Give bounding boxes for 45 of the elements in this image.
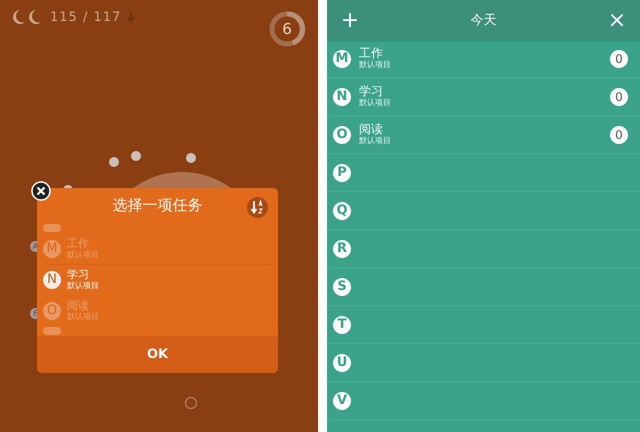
orbit-dot: [130, 150, 142, 162]
letter-badge: N: [43, 271, 61, 289]
progress-count: 115 / 117: [50, 10, 122, 24]
task-name[interactable]: 阅读: [359, 123, 602, 136]
task-name[interactable]: 学习: [359, 85, 602, 98]
letter-badge: P: [333, 164, 351, 182]
orbit-ring-dot: [185, 397, 197, 409]
task-name: 工作: [67, 238, 90, 250]
letter-badge: R: [333, 240, 351, 258]
ok-button[interactable]: OK: [37, 336, 278, 373]
count-badge: 0: [610, 126, 628, 144]
task-project: 默认项目: [67, 281, 99, 291]
screen-title: 今天: [470, 12, 496, 29]
count-badge: 0: [610, 50, 628, 68]
task-project: 默认项目: [359, 60, 392, 70]
letter-badge: U: [333, 354, 351, 372]
letter-badge: M: [333, 50, 351, 68]
letter-badge: Q: [333, 202, 351, 220]
sort-az-icon[interactable]: [247, 197, 268, 218]
count-badge: 0: [610, 88, 628, 106]
faded-item-icon: [43, 224, 61, 232]
task-name: 学习: [67, 269, 90, 281]
letter-badge: V: [333, 392, 351, 410]
dialog-title: 选择一项任务: [112, 196, 202, 215]
letter-badge: O: [333, 126, 351, 144]
letter-badge: O: [43, 302, 61, 320]
letter-badge: S: [333, 278, 351, 296]
close-button[interactable]: ×: [606, 8, 628, 32]
letter-badge: M: [43, 240, 61, 258]
timer-ring-icon: [268, 10, 306, 48]
task-project: 默认项目: [359, 136, 392, 146]
letter-badge: T: [333, 316, 351, 334]
task-name[interactable]: 工作: [359, 47, 602, 60]
task-name: 阅读: [67, 300, 90, 312]
faded-item-icon: [43, 327, 61, 335]
orbit-dot: [185, 152, 197, 164]
timer-count: 6: [282, 21, 292, 37]
task-project: 默认项目: [359, 98, 392, 108]
task-project: 默认项目: [67, 312, 99, 322]
add-button[interactable]: +: [339, 8, 361, 32]
orbit-dot: [108, 156, 120, 168]
down-arrow-icon: [127, 11, 136, 23]
close-icon[interactable]: [31, 181, 51, 201]
task-project: 默认项目: [67, 250, 99, 260]
letter-badge: N: [333, 88, 351, 106]
